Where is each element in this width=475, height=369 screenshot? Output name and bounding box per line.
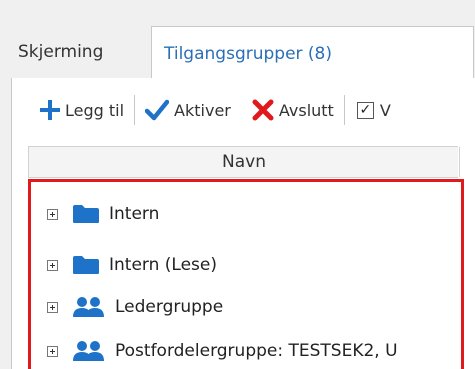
toolbar-separator	[134, 95, 136, 125]
end-button[interactable]: Avslutt	[251, 98, 334, 122]
plus-icon	[39, 99, 61, 121]
toolbar: Legg til Aktiver Avslutt ✓ V	[12, 78, 475, 142]
expand-toggle-icon[interactable]	[47, 208, 58, 220]
row-label: Intern	[109, 204, 160, 224]
expand-toggle-icon[interactable]	[47, 345, 58, 357]
tree-row[interactable]: Intern	[47, 194, 159, 234]
activate-button[interactable]: Aktiver	[145, 99, 231, 121]
end-label: Avslutt	[278, 100, 334, 120]
red-x-icon	[251, 98, 275, 122]
tree-row[interactable]: Intern (Lese)	[47, 245, 217, 285]
tree-row[interactable]: Ledergruppe	[47, 287, 223, 327]
user-group-icon	[72, 339, 106, 363]
tab-skjerming[interactable]: Skjerming	[18, 26, 103, 78]
tab-label: Tilgangsgrupper (8)	[164, 43, 333, 64]
tab-label: Skjerming	[18, 42, 104, 62]
row-label: Ledergruppe	[115, 297, 224, 317]
column-header-navn[interactable]: Navn	[29, 147, 459, 177]
user-group-icon	[72, 295, 106, 319]
folder-icon	[72, 255, 100, 275]
row-label: Intern (Lese)	[109, 255, 217, 275]
tab-tilgangsgrupper[interactable]: Tilgangsgrupper (8)	[151, 26, 474, 80]
tab-bar: Skjerming Tilgangsgrupper (8)	[0, 0, 475, 80]
add-button[interactable]: Legg til	[39, 99, 124, 121]
tree-row[interactable]: Postfordelergruppe: TESTSEK2, U	[47, 331, 398, 369]
column-resize-handle[interactable]	[459, 147, 460, 177]
toolbar-separator	[343, 95, 345, 125]
expand-toggle-icon[interactable]	[47, 301, 58, 313]
checkbox-toggle[interactable]: ✓ V	[356, 100, 391, 120]
row-label: Postfordelergruppe: TESTSEK2, U	[115, 341, 398, 361]
checkbox-label: V	[379, 100, 391, 120]
tab-content: Legg til Aktiver Avslutt ✓ V Navn Intern…	[11, 78, 475, 369]
expand-toggle-icon[interactable]	[47, 259, 58, 271]
folder-icon	[72, 204, 100, 224]
window: Skjerming Tilgangsgrupper (8) Legg til A…	[0, 0, 475, 369]
activate-label: Aktiver	[174, 100, 231, 120]
checkbox-checked-icon[interactable]: ✓	[356, 101, 374, 119]
grid-header: Navn	[28, 146, 460, 178]
checkmark-icon	[145, 99, 170, 121]
add-label: Legg til	[65, 100, 125, 120]
